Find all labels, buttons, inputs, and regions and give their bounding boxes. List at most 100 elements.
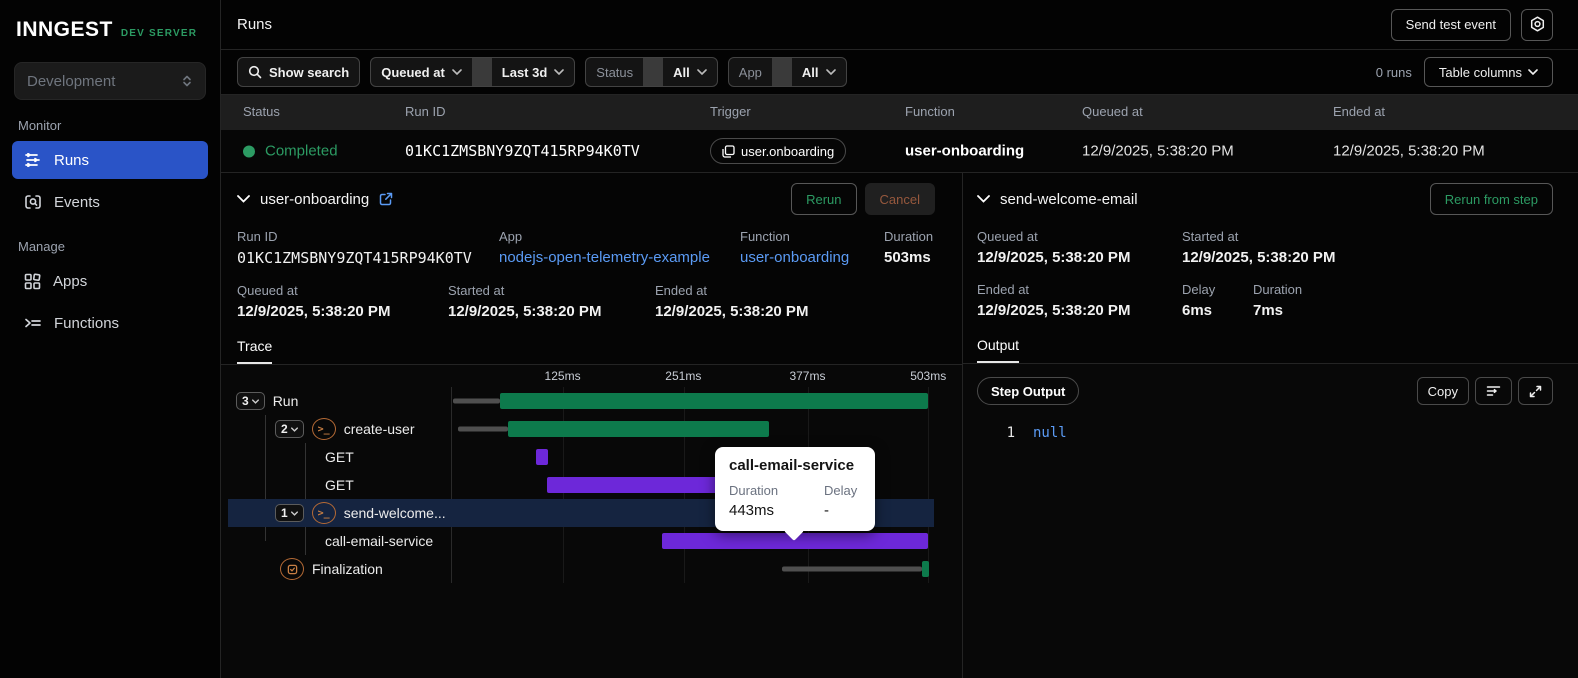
external-link-icon[interactable]	[379, 192, 393, 206]
app-filter-group: App All	[727, 57, 847, 87]
search-icon	[248, 65, 262, 79]
divider	[471, 58, 492, 86]
chevron-down-icon	[251, 398, 259, 404]
column-header-trigger: Trigger	[710, 104, 751, 119]
status-badge: Completed	[265, 142, 338, 160]
time-field-dropdown[interactable]: Queued at	[371, 58, 472, 86]
expand-button[interactable]	[1518, 377, 1553, 405]
column-header-ended-at: Ended at	[1333, 104, 1386, 119]
run-detail-panel: user-onboarding Rerun Cancel Run ID 01KC…	[221, 173, 963, 678]
sidebar-item-apps[interactable]: Apps	[12, 262, 208, 300]
child-count-toggle[interactable]: 1	[275, 504, 304, 522]
status-filter-group: Status All	[585, 57, 718, 87]
topbar: Runs Send test event	[221, 0, 1578, 50]
trace-panel: 125ms 251ms 377ms 503ms 3 Run 2 >_ creat…	[221, 365, 962, 678]
trace-row-call-email-service[interactable]: call-email-service	[228, 527, 934, 555]
step-ended-at-field: Ended at 12/9/2025, 5:38:20 PM	[977, 282, 1131, 319]
tooltip-delay: -	[824, 502, 829, 519]
status-dot-icon	[243, 145, 255, 157]
started-at-field: Started at 12/9/2025, 5:38:20 PM	[448, 283, 602, 320]
collapse-chevron-icon[interactable]	[237, 195, 250, 203]
collapse-chevron-icon[interactable]	[977, 195, 990, 203]
copy-button[interactable]: Copy	[1416, 377, 1469, 405]
cancel-button[interactable]: Cancel	[864, 183, 935, 215]
run-details-area: user-onboarding Rerun Cancel Run ID 01KC…	[221, 173, 1578, 678]
column-header-function: Function	[905, 104, 955, 119]
tab-output[interactable]: Output	[977, 337, 1020, 363]
column-header-run-id: Run ID	[405, 104, 446, 119]
chevron-down-icon	[1528, 69, 1538, 75]
tab-trace[interactable]: Trace	[237, 338, 273, 364]
rerun-button[interactable]: Rerun	[791, 183, 857, 215]
sidebar-item-functions[interactable]: Functions	[12, 304, 208, 342]
time-range-dropdown[interactable]: Last 3d	[492, 58, 575, 86]
function-cell: user-onboarding	[905, 142, 1025, 160]
app-link[interactable]: nodejs-open-telemetry-example	[499, 249, 740, 266]
chevron-down-icon	[451, 69, 462, 75]
page-title: Runs	[237, 16, 273, 33]
chevron-up-down-icon	[181, 74, 193, 88]
sidebar-item-label: Events	[54, 193, 100, 211]
table-columns-button[interactable]: Table columns	[1423, 57, 1553, 87]
runs-count: 0 runs	[1375, 64, 1412, 80]
sidebar-item-events[interactable]: Events	[12, 183, 208, 221]
trace-time-axis: 125ms 251ms 377ms 503ms	[451, 365, 947, 387]
environment-select[interactable]: Development	[14, 62, 206, 100]
chevron-down-icon	[825, 69, 836, 75]
apps-icon	[24, 272, 41, 290]
axis-tick: 503ms	[910, 369, 947, 383]
step-detail-panel: send-welcome-email Rerun from step Queue…	[963, 173, 1578, 678]
chevron-down-icon	[554, 69, 565, 75]
app-filter-label: App	[738, 64, 762, 80]
step-started-at-field: Started at 12/9/2025, 5:38:20 PM	[1182, 229, 1336, 266]
app-filter-dropdown[interactable]: All	[792, 58, 846, 86]
app-field: App nodejs-open-telemetry-example	[499, 229, 740, 267]
rerun-from-step-button[interactable]: Rerun from step	[1429, 183, 1553, 215]
run-id-field: Run ID 01KC1ZMSBNY9ZQT415RP94K0TV	[237, 229, 472, 267]
settings-button[interactable]	[1521, 8, 1553, 41]
output-code: 1 null	[963, 405, 1578, 441]
sidebar-item-runs[interactable]: Runs	[12, 141, 208, 179]
trace-row-run[interactable]: 3 Run	[228, 387, 934, 415]
event-icon	[722, 144, 735, 158]
manage-section-label: Manage	[18, 239, 65, 254]
ended-at-cell: 12/9/2025, 5:38:20 PM	[1333, 142, 1485, 160]
table-header: Status Run ID Trigger Function Queued at…	[221, 95, 1578, 130]
sidebar-item-label: Apps	[53, 272, 88, 290]
child-count-toggle[interactable]: 2	[275, 420, 304, 438]
function-link[interactable]: user-onboarding	[740, 249, 884, 266]
send-test-event-button[interactable]: Send test event	[1390, 8, 1511, 41]
environment-select-value: Development	[27, 72, 116, 90]
step-output-chip[interactable]: Step Output	[977, 377, 1080, 405]
events-icon	[24, 194, 42, 210]
word-wrap-icon	[1486, 386, 1501, 396]
sidebar: INNGEST DEV SERVER Development Monitor R…	[0, 0, 221, 678]
logo-text: INNGEST	[16, 18, 113, 41]
output-value: null	[1033, 425, 1067, 441]
chevron-down-icon	[696, 69, 707, 75]
step-delay-field: Delay 6ms	[1182, 282, 1216, 319]
trace-row-create-user[interactable]: 2 >_ create-user	[228, 415, 934, 443]
step-duration-field: Duration 7ms	[1253, 282, 1303, 319]
functions-icon	[24, 316, 42, 330]
trace-tooltip: call-email-service Duration 443ms Delay …	[715, 447, 875, 531]
expand-icon	[1529, 385, 1542, 397]
show-search-button[interactable]: Show search	[237, 57, 361, 87]
sidebar-item-label: Functions	[54, 314, 120, 332]
dev-server-badge: DEV SERVER	[120, 28, 198, 39]
tooltip-title: call-email-service	[729, 457, 855, 474]
line-number: 1	[1006, 425, 1015, 441]
column-header-queued-at: Queued at	[1082, 104, 1143, 119]
status-filter-dropdown[interactable]: All	[663, 58, 717, 86]
filter-bar: Show search Queued at Last 3d Status All	[221, 50, 1578, 95]
trigger-badge[interactable]: user.onboarding	[710, 138, 847, 164]
ended-at-field: Ended at 12/9/2025, 5:38:20 PM	[655, 283, 809, 320]
logo: INNGEST DEV SERVER	[12, 0, 208, 56]
trace-row-finalization[interactable]: Finalization	[228, 555, 934, 583]
axis-tick: 251ms	[665, 369, 702, 383]
step-title: send-welcome-email	[1000, 190, 1138, 208]
child-count-toggle[interactable]: 3	[236, 392, 265, 410]
word-wrap-button[interactable]	[1475, 377, 1512, 405]
run-id-cell: 01KC1ZMSBNY9ZQT415RP94K0TV	[405, 142, 640, 160]
table-row[interactable]: Completed 01KC1ZMSBNY9ZQT415RP94K0TV use…	[221, 130, 1578, 173]
